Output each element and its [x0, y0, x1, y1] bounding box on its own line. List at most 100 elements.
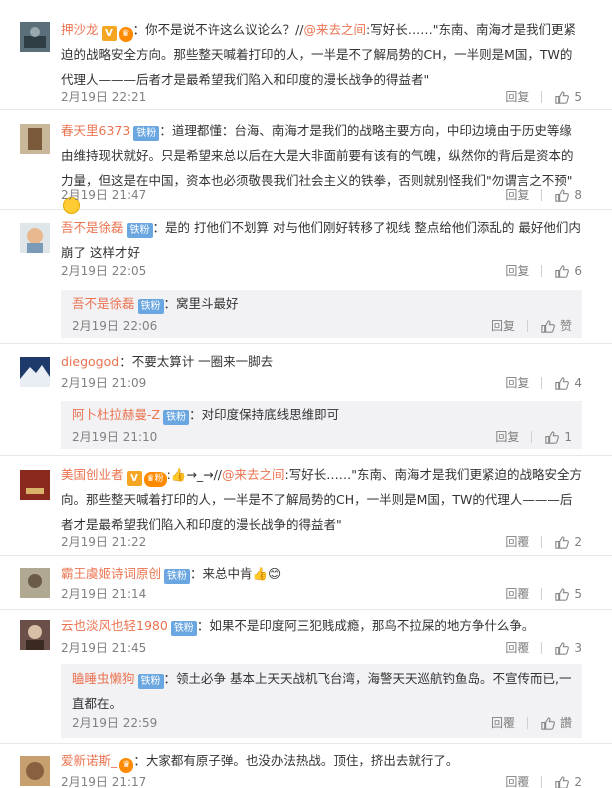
- comment-time: 2月19日 22:05: [61, 264, 147, 278]
- like-button[interactable]: 8: [554, 184, 582, 206]
- like-button[interactable]: 5: [554, 86, 582, 108]
- comment-text: 云也淡风也轻1980 铁粉 ：如果不是印度阿三犯贱成瘾，那鸟不拉屎的地方争什么争。: [61, 613, 582, 638]
- reply-button[interactable]: 回复: [505, 260, 529, 282]
- avatar[interactable]: [20, 568, 50, 598]
- like-button[interactable]: 讚: [540, 712, 572, 734]
- comment-time: 2月19日 21:22: [61, 535, 147, 549]
- like-button[interactable]: 2: [554, 531, 582, 553]
- comment-time: 2月19日 21:14: [61, 587, 147, 601]
- thumbs-up-icon: [555, 264, 570, 278]
- avatar[interactable]: [20, 470, 50, 500]
- username-link[interactable]: 阿卜杜拉赫曼-Z: [72, 407, 160, 422]
- comment-time: 2月19日 21:10: [72, 430, 158, 444]
- username-link[interactable]: 吾不是徐磊: [72, 296, 135, 311]
- comment-time: 2月19日 22:59: [72, 716, 158, 730]
- username-link[interactable]: 云也淡风也轻1980: [61, 618, 168, 633]
- divider: [541, 642, 543, 654]
- username-link[interactable]: 押沙龙: [61, 22, 99, 37]
- comment-text: 押沙龙 V ♛ ：你不是说不许这么议论么？//@来去之间:写好长……"东南、南海才是我…: [61, 17, 582, 92]
- thumbs-up-icon: [541, 716, 555, 730]
- divider: [541, 588, 543, 600]
- username-link[interactable]: 春天里6373: [61, 123, 130, 138]
- comment-prefix: :👍→_→//: [166, 467, 223, 482]
- verified-badge: V: [101, 26, 117, 41]
- reply-button[interactable]: 回复: [505, 372, 529, 394]
- sub-reply: 吾不是徐磊 铁粉 ：窝里斗最好 2月19日 22:06 回复 赞: [61, 290, 582, 338]
- comment-feed: 押沙龙 V ♛ ：你不是说不许这么议论么？//@来去之间:写好长……"东南、南海才是我…: [0, 0, 612, 788]
- username-link[interactable]: 瞌睡虫懒狗: [72, 671, 135, 686]
- avatar[interactable]: [20, 223, 50, 253]
- comment-time: 2月19日 21:09: [61, 376, 147, 390]
- divider: [531, 431, 533, 443]
- thumbs-up-icon: [555, 775, 570, 788]
- divider: [541, 536, 543, 548]
- like-count: 2: [574, 535, 582, 549]
- username-link[interactable]: diegogod: [61, 354, 119, 369]
- thumbs-up-icon: [555, 188, 570, 202]
- comment-time: 2月19日 22:21: [61, 90, 147, 104]
- username-link[interactable]: 吾不是徐磊: [61, 220, 124, 235]
- like-button[interactable]: 4: [554, 372, 582, 394]
- verified-badge: V: [126, 471, 142, 486]
- avatar[interactable]: [20, 357, 50, 387]
- reply-button[interactable]: 回复: [505, 184, 529, 206]
- fan-badge: 铁粉: [133, 126, 160, 141]
- thumbs-up-icon: [541, 319, 555, 333]
- mention-link[interactable]: @来去之间: [222, 467, 285, 482]
- comment-content: ：如果不是印度阿三犯贱成瘾，那鸟不拉屎的地方争什么争。: [196, 618, 535, 633]
- username-link[interactable]: 爱新诺斯_: [61, 753, 117, 768]
- like-count: 赞: [559, 319, 572, 333]
- username-link[interactable]: 美国创业者: [61, 467, 124, 482]
- comment-text: 吾不是徐磊 铁粉 ：窝里斗最好: [72, 291, 572, 316]
- reply-button[interactable]: 回复: [505, 86, 529, 108]
- comment-time: 2月19日 21:45: [61, 641, 147, 655]
- comment-item: 春天里6373 铁粉 ：道理都懂：台海、南海才是我们的战略主要方向，中印边境由于历史…: [0, 110, 612, 214]
- comment-content: ：窝里斗最好: [163, 296, 239, 311]
- reply-button[interactable]: 回复: [491, 315, 515, 337]
- avatar[interactable]: [20, 22, 50, 52]
- comment-item: diegogod：不要太算计 一圈来一脚去 2月19日 21:09 回复 4 阿…: [0, 344, 612, 456]
- avatar[interactable]: [20, 124, 50, 154]
- like-button[interactable]: 赞: [540, 315, 572, 337]
- reply-button[interactable]: 回复: [495, 426, 519, 448]
- avatar[interactable]: [20, 620, 50, 650]
- reply-button[interactable]: 回覆: [491, 712, 515, 734]
- comment-text: 美国创业者 V ♛粉:👍→_→//@来去之间:写好长……"东南、南海才是我们更紧迫的…: [61, 462, 582, 537]
- like-button[interactable]: 2: [554, 771, 582, 788]
- reply-button[interactable]: 回覆: [505, 531, 529, 553]
- comment-item: 霸王虞姬诗词原创 铁粉 ：来总中肯👍😊 2月19日 21:14 回覆 5: [0, 556, 612, 610]
- like-count: 2: [574, 775, 582, 788]
- like-button[interactable]: 1: [544, 426, 572, 448]
- crown-badge: ♛: [118, 27, 133, 42]
- reply-button[interactable]: 回覆: [505, 583, 529, 605]
- like-count: 4: [574, 376, 582, 390]
- thumbs-up-icon: [555, 587, 570, 601]
- fan-badge: 铁粉: [137, 299, 164, 314]
- mention-link[interactable]: @来去之间: [304, 22, 367, 37]
- like-button[interactable]: 3: [554, 637, 582, 659]
- reply-button[interactable]: 回覆: [505, 637, 529, 659]
- like-button[interactable]: 5: [554, 583, 582, 605]
- reply-button[interactable]: 回覆: [505, 771, 529, 788]
- username-link[interactable]: 霸王虞姬诗词原创: [61, 566, 161, 581]
- divider: [541, 91, 543, 103]
- comment-content: ：对印度保持底线思维即可: [189, 407, 340, 422]
- like-count: 5: [574, 587, 582, 601]
- like-count: 1: [564, 430, 572, 444]
- comment-text: 阿卜杜拉赫曼-Z 铁粉 ：对印度保持底线思维即可: [72, 402, 572, 427]
- avatar[interactable]: [20, 756, 50, 786]
- comment-text: 吾不是徐磊 铁粉 ：是的 打他们不划算 对与他们刚好转移了视线 整点给他们添乱的 最…: [61, 215, 582, 265]
- comment-item: 美国创业者 V ♛粉:👍→_→//@来去之间:写好长……"东南、南海才是我们更紧迫的…: [0, 456, 612, 556]
- like-button[interactable]: 6: [554, 260, 582, 282]
- fan-badge: 铁粉: [170, 621, 197, 636]
- comment-text: diegogod：不要太算计 一圈来一脚去: [61, 349, 582, 374]
- comment-time: 2月19日 22:06: [72, 319, 158, 333]
- comment-prefix: ：你不是说不许这么议论么？//: [132, 22, 304, 37]
- divider: [541, 377, 543, 389]
- thumbs-up-icon: [555, 535, 570, 549]
- divider: [526, 717, 528, 729]
- divider: [526, 320, 528, 332]
- divider: [541, 265, 543, 277]
- like-count: 8: [574, 188, 582, 202]
- like-count: 3: [574, 641, 582, 655]
